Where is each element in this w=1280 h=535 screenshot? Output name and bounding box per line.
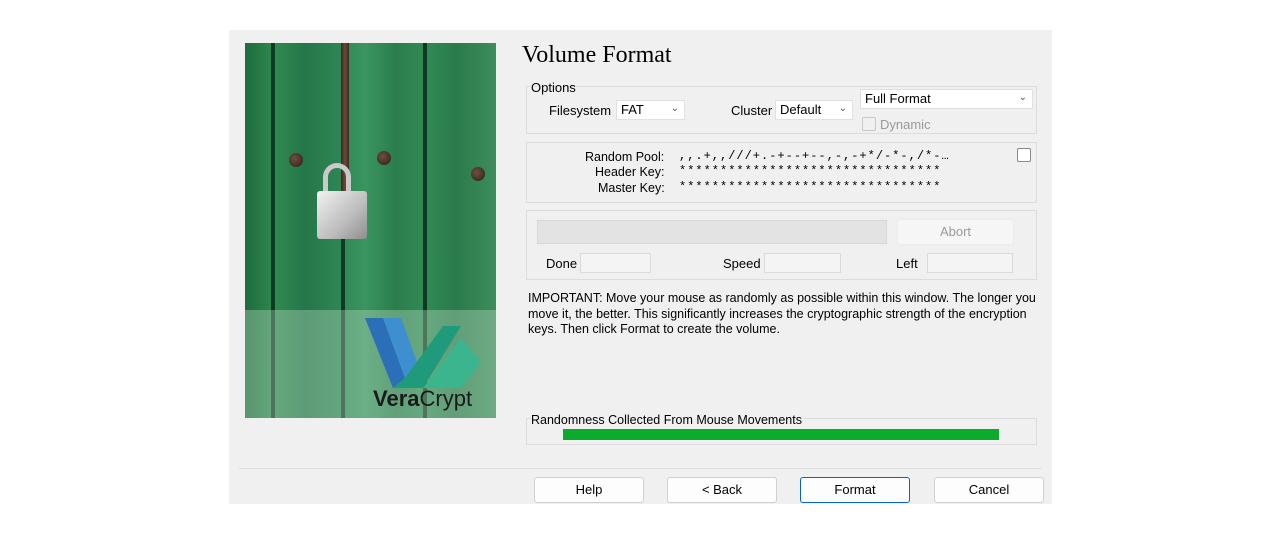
header-key-label: Header Key: [595,165,665,179]
cluster-select[interactable]: Default ⌄ [775,100,853,120]
important-instructions: IMPORTANT: Move your mouse as randomly a… [528,291,1036,336]
speed-label: Speed [723,256,761,271]
options-group-label: Options [531,80,576,95]
format-mode-select[interactable]: Full Format ⌄ [860,89,1033,109]
filesystem-select[interactable]: FAT ⌄ [616,100,685,120]
speed-field [764,253,841,273]
veracrypt-wordmark: VeraCrypt [373,386,473,411]
randomness-progress-fill [563,429,999,440]
veracrypt-artwork: VeraCrypt [245,43,496,418]
dynamic-checkbox[interactable] [862,117,876,131]
cancel-button[interactable]: Cancel [934,477,1044,503]
chevron-down-icon: ⌄ [1018,92,1027,103]
show-pool-checkbox[interactable] [1017,148,1031,162]
left-label: Left [896,256,918,271]
bolt [377,151,391,165]
master-key-label: Master Key: [598,181,665,195]
header-key-value: ******************************** [679,164,942,178]
page-title: Volume Format [522,42,672,68]
format-progress-bar [537,220,887,244]
chevron-down-icon: ⌄ [670,103,679,114]
randomness-progress-bar [563,429,999,440]
padlock-icon [317,191,367,239]
chevron-down-icon: ⌄ [838,103,847,114]
volume-format-window: VeraCrypt Volume Format Options Filesyst… [229,30,1052,504]
dynamic-label: Dynamic [880,117,931,132]
format-button[interactable]: Format [800,477,910,503]
master-key-value: ******************************** [679,180,942,194]
done-field [580,253,651,273]
left-field [927,253,1013,273]
random-pool-label: Random Pool: [585,150,665,164]
cluster-label: Cluster [731,103,773,118]
padlock-shackle [323,163,351,193]
randomness-label: Randomness Collected From Mouse Movement… [531,413,804,427]
random-pool-value: ,,.+,,///+.-+--+--,-,-+*/-*-,/*-… [679,149,950,163]
bolt [471,167,485,181]
abort-button[interactable]: Abort [897,219,1014,245]
help-button[interactable]: Help [534,477,644,503]
bolt [289,153,303,167]
back-button[interactable]: < Back [667,477,777,503]
veracrypt-logo-icon [365,318,481,388]
done-label: Done [546,256,578,271]
filesystem-label: Filesystem [549,103,612,118]
separator [239,468,1042,469]
